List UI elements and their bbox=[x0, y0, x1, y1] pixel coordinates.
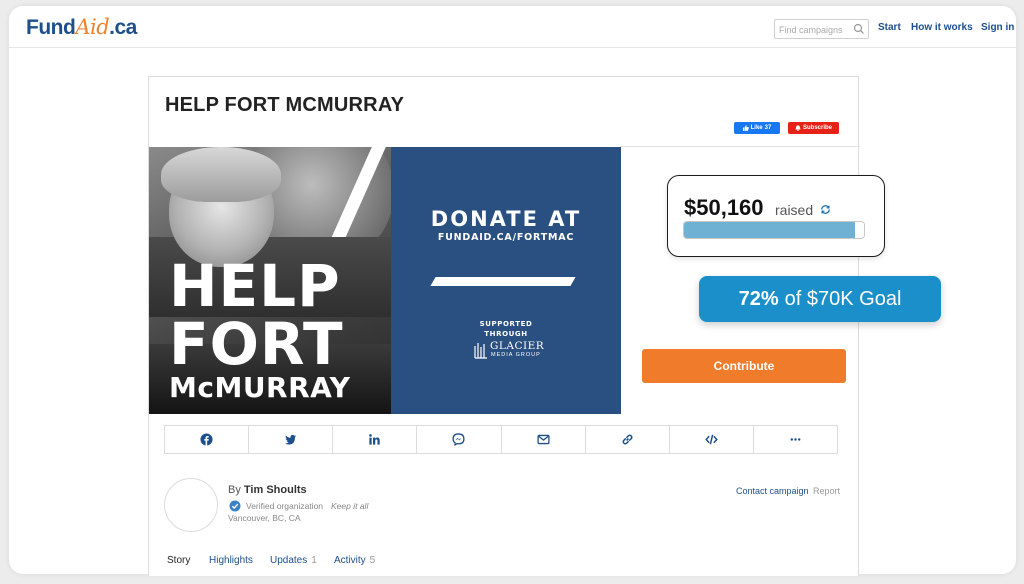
share-facebook-button[interactable] bbox=[165, 426, 250, 453]
hero-fort-text: FORT bbox=[169, 310, 344, 378]
funding-progress-bar bbox=[683, 221, 865, 239]
hero-help-text: HELP bbox=[169, 252, 341, 320]
verified-badge-icon bbox=[229, 500, 241, 512]
glacier-logo-icon bbox=[474, 343, 487, 359]
progress-fill bbox=[684, 222, 855, 238]
tab-highlights[interactable]: Highlights bbox=[209, 555, 253, 566]
glacier-media-logo: GLACIER MEDIA GROUP bbox=[474, 340, 544, 360]
nav-how-it-works-link[interactable]: How it works bbox=[911, 22, 973, 33]
hero-photo: HELP FORT McMURRAY bbox=[149, 147, 391, 414]
card-divider bbox=[620, 146, 860, 147]
thumbs-up-icon bbox=[742, 125, 749, 131]
campaign-hero-image: HELP FORT McMURRAY DONATE AT FUNDAID.CA/… bbox=[149, 147, 621, 414]
sync-icon bbox=[821, 205, 830, 214]
keep-it-all-label: Keep it all bbox=[331, 501, 369, 511]
search-box bbox=[774, 19, 869, 39]
share-bar bbox=[164, 425, 838, 454]
hero-supported-through: SUPPORTED THROUGH bbox=[479, 320, 533, 338]
nav-start-link[interactable]: Start bbox=[878, 22, 901, 33]
search-input[interactable] bbox=[775, 21, 853, 39]
more-icon bbox=[790, 438, 801, 441]
glacier-sub: MEDIA GROUP bbox=[491, 352, 541, 358]
activity-count: 5 bbox=[369, 555, 376, 566]
organizer-avatar[interactable] bbox=[164, 478, 218, 532]
updates-count: 1 bbox=[311, 555, 317, 566]
facebook-like-count: 37 bbox=[764, 125, 772, 131]
messenger-icon bbox=[452, 433, 465, 446]
campaign-title: HELP FORT MCMURRAY bbox=[165, 94, 405, 116]
share-email-button[interactable] bbox=[502, 426, 586, 453]
facebook-like-button[interactable]: Like 37 bbox=[734, 122, 780, 134]
logo-aid: Aid bbox=[75, 15, 110, 39]
facebook-icon bbox=[200, 433, 213, 446]
hero-donate-at: DONATE AT bbox=[430, 207, 582, 231]
facebook-like-label: Like bbox=[750, 125, 763, 131]
linkedin-icon bbox=[369, 434, 381, 445]
top-navigation-bar: FundAid.ca Start How it works Sign in bbox=[9, 6, 1016, 48]
link-icon bbox=[622, 434, 633, 445]
raised-label: raised bbox=[775, 202, 814, 218]
goal-text: of $70K Goal bbox=[784, 287, 902, 310]
goal-percentage-badge: 72% of $70K Goal bbox=[699, 276, 941, 322]
share-linkedin-button[interactable] bbox=[333, 426, 418, 453]
nav-sign-in-link[interactable]: Sign in bbox=[981, 22, 1014, 33]
logo-fund: Fund bbox=[26, 16, 76, 39]
hero-donate-panel: DONATE AT FUNDAID.CA/FORTMAC SUPPORTED T… bbox=[391, 147, 621, 414]
fundaid-logo[interactable]: FundAid.ca bbox=[26, 15, 137, 40]
tab-updates[interactable]: Updates 1 bbox=[270, 555, 317, 566]
contribute-button[interactable]: Contribute bbox=[642, 349, 846, 383]
organizer-location: Vancouver, BC, CA bbox=[228, 513, 301, 523]
raised-summary-card: $50,160 raised bbox=[667, 175, 885, 257]
share-link-button[interactable] bbox=[586, 426, 670, 453]
hero-donate-url: FUNDAID.CA/FORTMAC bbox=[437, 232, 575, 243]
verified-organization-label: Verified organization bbox=[246, 501, 324, 511]
subscribe-button[interactable]: Subscribe bbox=[788, 122, 839, 134]
organizer-byline: By Tim Shoults bbox=[228, 484, 307, 496]
glacier-name: GLACIER bbox=[490, 340, 545, 352]
share-messenger-button[interactable] bbox=[417, 426, 502, 453]
share-embed-button[interactable] bbox=[670, 426, 754, 453]
hero-slant-bar bbox=[430, 277, 576, 286]
search-icon[interactable] bbox=[853, 23, 865, 35]
hero-mcmurray-text: McMURRAY bbox=[169, 371, 351, 404]
subscribe-label: Subscribe bbox=[802, 125, 832, 131]
report-link[interactable]: Report bbox=[813, 486, 840, 496]
twitter-icon bbox=[285, 434, 297, 445]
logo-ca: .ca bbox=[109, 16, 137, 39]
share-twitter-button[interactable] bbox=[249, 426, 334, 453]
tab-activity[interactable]: Activity 5 bbox=[334, 555, 375, 566]
contact-campaign-link[interactable]: Contact campaign bbox=[736, 486, 809, 496]
tab-story[interactable]: Story bbox=[167, 555, 190, 566]
raised-amount: $50,160 bbox=[684, 195, 764, 220]
email-icon bbox=[537, 434, 550, 445]
bell-icon bbox=[795, 125, 801, 131]
embed-icon bbox=[705, 434, 718, 445]
goal-percent: 72% bbox=[738, 287, 779, 310]
share-more-button[interactable] bbox=[754, 426, 837, 453]
organizer-name[interactable]: Tim Shoults bbox=[244, 484, 307, 496]
